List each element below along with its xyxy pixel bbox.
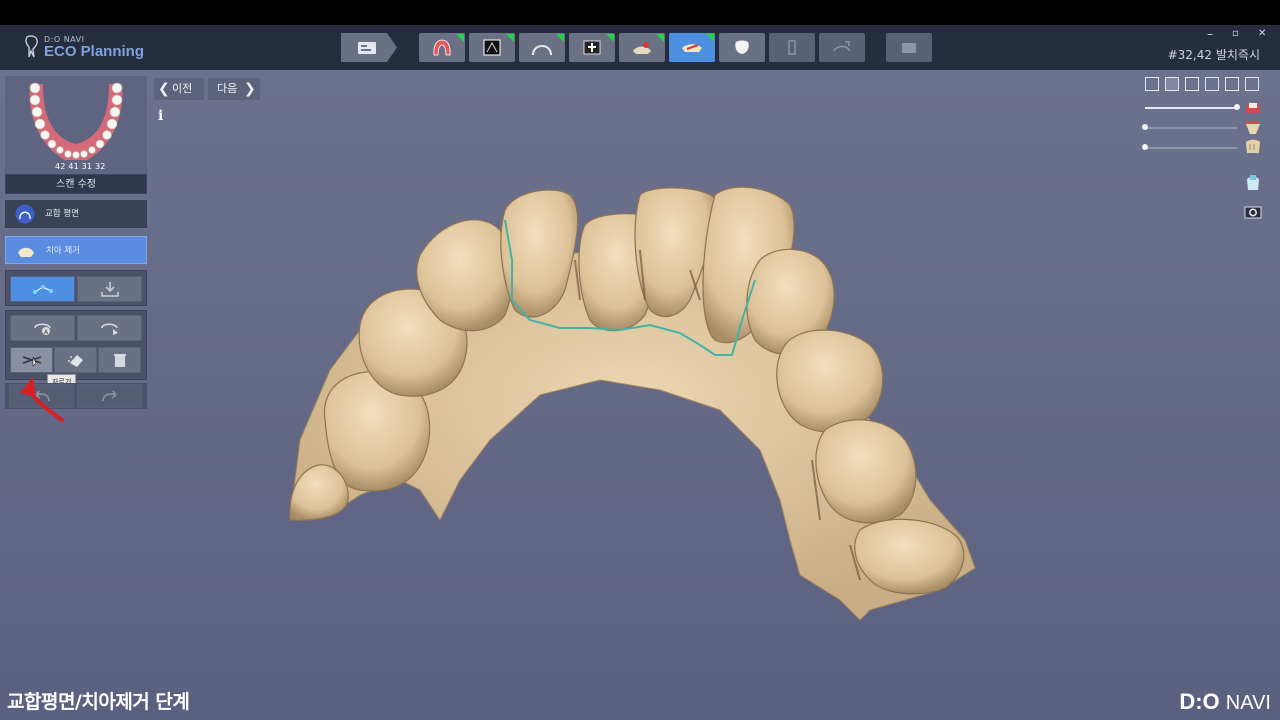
tooth-layer-icon[interactable] xyxy=(1243,138,1263,156)
brand-name: NAVI xyxy=(1225,692,1271,714)
next-label: 다음 xyxy=(217,82,238,95)
workflow-toolbar xyxy=(0,33,1280,63)
rotate-b-icon xyxy=(100,323,118,335)
step-tooth-removal[interactable] xyxy=(669,33,715,62)
edit-tools-panel: A xyxy=(5,310,147,380)
step-guide-design[interactable] xyxy=(619,33,665,62)
rotate-a-icon: A xyxy=(33,323,51,336)
delete-button[interactable] xyxy=(98,347,141,373)
crown-icon xyxy=(735,40,749,54)
redo-button[interactable] xyxy=(77,384,142,408)
scan-edit-button[interactable]: 스캔 수정 xyxy=(5,174,147,194)
guide-export-icon xyxy=(833,41,851,52)
patient-info-icon xyxy=(341,33,397,62)
guide-design-icon xyxy=(633,42,651,54)
download-icon xyxy=(100,282,119,297)
occlusal-plane-label: 교합 평면 xyxy=(45,209,79,219)
step-crown[interactable] xyxy=(719,33,765,62)
tooth-model-icon[interactable] xyxy=(1244,174,1262,192)
app-window: D:O NAVI ECO Planning #32,42 발치즉시 – ▫ ✕ xyxy=(0,0,1280,720)
view-right-icon[interactable] xyxy=(1205,77,1219,91)
ct-scan-icon xyxy=(483,39,501,56)
chevron-right-icon: ❯ xyxy=(244,81,256,97)
scan-layer-icon[interactable] xyxy=(1243,118,1263,136)
arch-curve-icon xyxy=(532,45,552,56)
next-button[interactable]: 다음 ❯ xyxy=(208,78,260,100)
view-bottom-icon[interactable] xyxy=(1225,77,1239,91)
tooth-numbers: 42 41 31 32 xyxy=(55,162,106,171)
tooth-removal-side-icon xyxy=(18,247,34,257)
eraser-button[interactable] xyxy=(54,347,97,373)
brand-logo: D:O NAVI xyxy=(1179,689,1271,715)
eraser-icon xyxy=(67,355,83,367)
scan-arch-icon xyxy=(433,39,451,56)
step-arch-curve[interactable] xyxy=(519,33,565,62)
select-mode-panel xyxy=(5,270,147,306)
brand-mark: D:O xyxy=(1179,689,1220,714)
undo-button[interactable] xyxy=(9,384,74,408)
step-implant-plan[interactable] xyxy=(569,33,615,62)
view-direction-row xyxy=(1143,77,1263,95)
gum-opacity-slider[interactable] xyxy=(1145,102,1240,114)
point-select-icon xyxy=(32,285,53,294)
view-front-icon[interactable] xyxy=(1145,77,1159,91)
step-ct-scan[interactable] xyxy=(469,33,515,62)
view-top-icon[interactable] xyxy=(1165,77,1179,91)
redo-icon xyxy=(101,390,117,402)
step-caption: 교합평면/치아제거 단계 xyxy=(7,691,190,713)
trash-icon xyxy=(113,354,126,367)
occlusal-plane-item[interactable]: 교합 평면 xyxy=(5,200,147,228)
arch-thumbnail-icon xyxy=(29,82,123,160)
camera-icon[interactable] xyxy=(1244,203,1262,221)
occlusal-plane-icon xyxy=(15,204,35,224)
tooth-removal-item[interactable]: 치아 제거 xyxy=(5,236,147,264)
view-back-icon[interactable] xyxy=(1245,77,1259,91)
undo-redo-row xyxy=(5,383,147,409)
step-output[interactable] xyxy=(886,33,932,62)
tooth-removal-label: 치아 제거 xyxy=(46,246,80,256)
step-guide-export[interactable] xyxy=(819,33,865,62)
prev-label: 이전 xyxy=(172,82,193,95)
chevron-left-icon: ❮ xyxy=(158,81,170,97)
tooth-molar-right-1 xyxy=(776,329,884,433)
step-patient-info[interactable] xyxy=(341,33,397,62)
info-button[interactable]: i xyxy=(158,108,170,126)
cut-button[interactable] xyxy=(10,347,53,373)
implant-plan-icon xyxy=(583,40,601,55)
view-left-icon[interactable] xyxy=(1185,77,1199,91)
teeth-group xyxy=(289,186,965,595)
undo-icon xyxy=(34,390,50,402)
tooth-removal-icon xyxy=(682,44,702,52)
dental-arch-3d-model[interactable] xyxy=(0,0,1280,720)
import-button[interactable] xyxy=(77,276,142,302)
rotate-b-button[interactable] xyxy=(77,315,142,341)
arch-thumbnail[interactable]: 42 41 31 32 xyxy=(5,76,147,174)
lasso-select-button[interactable] xyxy=(10,276,75,302)
step-sleeve[interactable] xyxy=(769,33,815,62)
sleeve-icon xyxy=(788,40,796,55)
left-sidebar: 42 41 31 32 스캔 수정 교합 평면 치아 제거 A 자르기 xyxy=(5,76,147,416)
output-icon xyxy=(902,43,916,53)
gum-layer-icon[interactable] xyxy=(1243,98,1263,116)
rotate-a-button[interactable]: A xyxy=(10,315,75,341)
scissors-icon xyxy=(22,356,41,367)
step-scan-arch[interactable] xyxy=(419,33,465,62)
tooth-opacity-slider[interactable] xyxy=(1142,142,1240,154)
prev-button[interactable]: ❮ 이전 xyxy=(154,78,204,100)
scan-opacity-slider[interactable] xyxy=(1142,122,1240,134)
